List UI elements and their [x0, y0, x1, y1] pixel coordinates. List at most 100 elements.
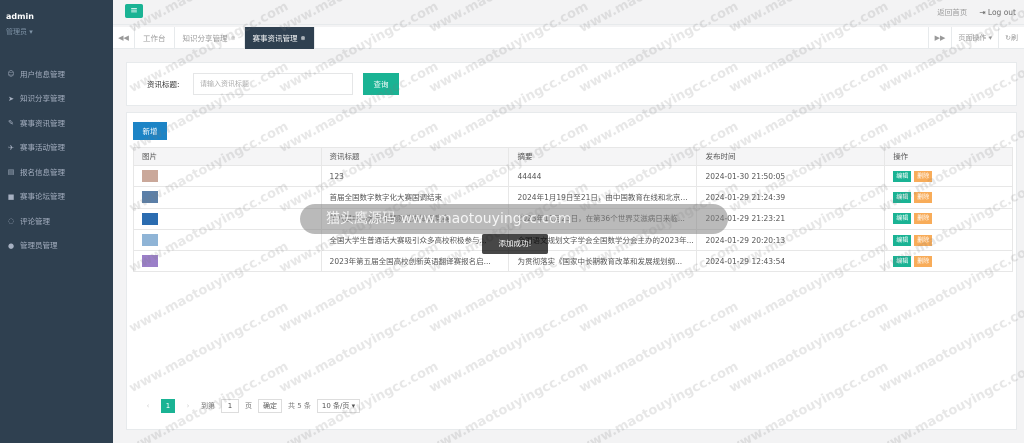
person-icon: ☺ [7, 70, 15, 79]
table-row: 123 44444 2024-01-30 21:50:05 编辑 删除 [133, 164, 1013, 188]
delete-button[interactable]: 删除 [914, 213, 933, 225]
sidebar-item-label: 报名信息管理 [20, 167, 65, 177]
refresh-label: 刷 [1011, 34, 1018, 42]
user-circle-icon: ● [7, 241, 15, 250]
column-header-time: 发布时间 [696, 147, 886, 166]
sidebar-item-knowledge[interactable]: ➤ 知识分享管理 [0, 87, 113, 112]
tab-bar: ◀◀ 工作台 知识分享管理 ⊗ 赛事资讯管理 ⊗ ▶▶ 页面操作 ▾ ↻ 刷 [113, 27, 1024, 49]
search-button[interactable]: 查询 [363, 73, 399, 95]
logout-label: Log out [987, 8, 1016, 17]
wrench-icon: ✎ [8, 119, 14, 128]
delete-button[interactable]: 删除 [914, 170, 933, 182]
edit-button[interactable]: 编辑 [893, 170, 912, 182]
edit-button[interactable]: 编辑 [893, 234, 912, 246]
sidebar: admin 管理员 ▾ ☺ 用户信息管理 ➤ 知识分享管理 ✎ 赛事资讯管理 ✈ 赛事活… [0, 0, 113, 443]
comment-icon: ◌ [7, 217, 15, 226]
tab-news[interactable]: 赛事资讯管理 ⊗ [244, 27, 315, 49]
sidebar-item-admins[interactable]: ● 管理员管理 [0, 234, 113, 259]
page-number-current[interactable]: 1 [161, 399, 175, 413]
tab-workbench[interactable]: 工作台 [135, 27, 175, 49]
close-icon[interactable]: ⊗ [301, 35, 306, 42]
user-profile: admin 管理员 ▾ [0, 0, 113, 52]
refresh-button[interactable]: ↻ 刷 [998, 27, 1024, 49]
sidebar-item-events[interactable]: ✈ 赛事活动管理 [0, 136, 113, 161]
sign-out-icon: ⇥ [979, 8, 988, 17]
tab-label: 赛事资讯管理 [252, 33, 298, 43]
sidebar-item-news[interactable]: ✎ 赛事资讯管理 [0, 111, 113, 136]
goto-confirm-button[interactable]: 确定 [258, 399, 282, 413]
cell-actions: 编辑 删除 [884, 186, 1013, 209]
column-header-image: 图片 [133, 147, 322, 166]
logout-link[interactable]: ⇥ Log out [979, 8, 1016, 17]
tab-actions: ▶▶ 页面操作 ▾ ↻ 刷 [927, 27, 1024, 49]
success-toast: 添加成功! [482, 234, 548, 254]
home-link[interactable]: 返回首页 [937, 7, 967, 18]
tab-knowledge[interactable]: 知识分享管理 ⊗ [175, 27, 245, 49]
delete-button[interactable]: 删除 [914, 234, 933, 246]
table-header-row: 图片 资讯标题 摘要 发布时间 操作 [133, 147, 1013, 166]
search-panel: 资讯标题: 查询 [126, 62, 1017, 106]
prev-page-button[interactable]: ‹ [141, 399, 155, 413]
cell-time: 2024-01-30 21:50:05 [696, 164, 886, 188]
sidebar-item-label: 评论管理 [20, 216, 50, 226]
sidebar-item-label: 用户信息管理 [20, 69, 65, 79]
sidebar-item-forum[interactable]: ■ 赛事论坛管理 [0, 185, 113, 210]
menu-toggle-button[interactable]: ≡ [125, 4, 143, 18]
cell-actions: 编辑 删除 [884, 164, 1013, 188]
goto-label: 到第 [201, 402, 215, 410]
search-label: 资讯标题: [147, 80, 180, 89]
page-unit: 页 [245, 402, 252, 410]
id-card-icon: ▤ [7, 168, 15, 177]
edit-button[interactable]: 编辑 [893, 191, 912, 203]
cell-actions: 编辑 删除 [884, 207, 1013, 230]
total-count: 共 5 条 [288, 402, 311, 410]
table-row: 2023年第五届全国高校创新英语翻译赛报名启... 为贯彻落实《国家中长期教育改革… [133, 250, 1013, 273]
thumbnail-image [142, 212, 158, 225]
cell-summary: 44444 [508, 164, 698, 188]
sidebar-item-label: 知识分享管理 [20, 94, 65, 104]
delete-button[interactable]: 删除 [914, 255, 933, 267]
cell-title: 123 [320, 164, 510, 188]
sidebar-item-registration[interactable]: ▤ 报名信息管理 [0, 160, 113, 185]
cell-image [133, 228, 322, 252]
table-panel: 新增 图片 资讯标题 摘要 发布时间 操作 123 44444 2024-01-30… [126, 112, 1017, 430]
tab-scroll-left-button[interactable]: ◀◀ [113, 27, 135, 49]
username: admin [6, 12, 34, 21]
column-header-actions: 操作 [884, 147, 1013, 166]
goto-page-input[interactable]: 1 [221, 399, 239, 413]
backward-icon: ◀◀ [118, 34, 129, 42]
tab-label: 知识分享管理 [182, 33, 228, 43]
cell-actions: 编辑 删除 [884, 228, 1013, 252]
page-ops-dropdown[interactable]: 页面操作 ▾ [951, 27, 998, 49]
page-size-select[interactable]: 10 条/页 ▾ [316, 399, 361, 413]
site-banner: 猫头鹰源码 www.maotouyingcc.com [300, 204, 728, 234]
user-role-dropdown[interactable]: 管理员 ▾ [6, 27, 107, 37]
sidebar-item-label: 赛事资讯管理 [20, 118, 65, 128]
sidebar-menu: ☺ 用户信息管理 ➤ 知识分享管理 ✎ 赛事资讯管理 ✈ 赛事活动管理 ▤ 报名信息管理 … [0, 62, 113, 258]
cell-actions: 编辑 删除 [884, 250, 1013, 273]
next-page-button[interactable]: › [181, 399, 195, 413]
cell-title: 2023年第五届全国高校创新英语翻译赛报名启... [320, 250, 510, 273]
add-button[interactable]: 新增 [133, 122, 167, 140]
book-icon: ■ [7, 192, 15, 201]
paper-plane-icon: ➤ [8, 94, 14, 103]
search-input[interactable] [193, 73, 353, 95]
edit-button[interactable]: 编辑 [893, 213, 912, 225]
delete-button[interactable]: 删除 [914, 191, 933, 203]
sidebar-item-comments[interactable]: ◌ 评论管理 [0, 209, 113, 234]
cell-image [133, 164, 322, 188]
thumbnail-image [142, 191, 158, 204]
cell-time: 2024-01-29 21:24:39 [696, 186, 886, 209]
cell-image [133, 207, 322, 230]
cell-time: 2024-01-29 12:43:54 [696, 250, 886, 273]
edit-button[interactable]: 编辑 [893, 255, 912, 267]
close-icon[interactable]: ⊗ [231, 35, 236, 42]
pagination: ‹ 1 › 到第 1 页 确定 共 5 条 10 条/页 ▾ [141, 399, 361, 413]
hamburger-icon: ≡ [130, 6, 138, 16]
tab-scroll-right-button[interactable]: ▶▶ [927, 27, 952, 49]
thumbnail-image [142, 255, 158, 268]
tab-label: 工作台 [143, 33, 166, 43]
thumbnail-image [142, 170, 158, 183]
sidebar-item-user-info[interactable]: ☺ 用户信息管理 [0, 62, 113, 87]
cell-time: 2024-01-29 20:20:13 [696, 228, 886, 252]
